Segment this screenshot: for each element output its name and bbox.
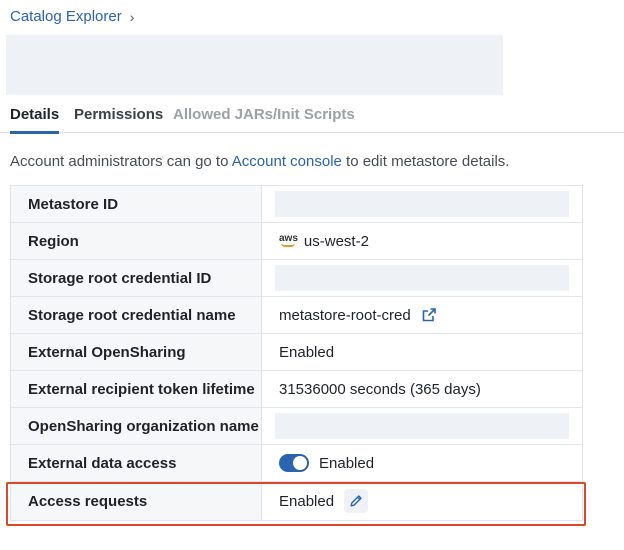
external-data-access-value: Enabled [262,445,582,481]
opensharing-org-name-value [262,408,582,444]
info-suffix: to edit metastore details. [341,153,510,170]
opensharing-org-name-label: OpenSharing organization name [11,408,262,444]
metastore-id-value [262,186,582,222]
table-row: Region aws us-west-2 [11,223,582,260]
region-value: aws us-west-2 [262,223,582,259]
storage-root-credential-id-placeholder [275,265,569,291]
table-row: External recipient token lifetime 315360… [11,371,582,408]
table-row: Storage root credential name metastore-r… [11,297,582,334]
storage-root-credential-name-value: metastore-root-cred [262,297,582,333]
aws-logo-icon: aws [279,233,298,247]
edit-access-requests-button[interactable] [344,489,369,513]
storage-root-credential-name-label: Storage root credential name [11,297,262,333]
table-row: External data access Enabled [11,445,582,482]
pencil-icon [350,495,362,507]
table-row: OpenSharing organization name [11,408,582,445]
table-row: Access requests Enabled [11,482,582,520]
table-row: External OpenSharing Enabled [11,334,582,371]
external-data-access-label: External data access [11,445,262,481]
access-requests-text: Enabled [279,492,335,510]
tab-allowed-jars-init-scripts: Allowed JARs/Init Scripts [173,106,355,123]
external-opensharing-value: Enabled [279,343,335,361]
access-requests-label: Access requests [11,482,262,520]
aws-smile-icon [281,243,296,247]
table-row: Storage root credential ID [11,260,582,297]
tab-permissions[interactable]: Permissions [74,104,163,133]
chevron-right-icon: › [129,8,135,25]
external-data-access-toggle[interactable] [279,454,309,472]
token-lifetime-label: External recipient token lifetime [11,371,262,407]
tab-bar: Details Permissions Allowed JARs/Init Sc… [0,104,624,134]
token-lifetime-value: 31536000 seconds (365 days) [279,380,481,398]
access-requests-value: Enabled [262,482,582,520]
breadcrumb: Catalog Explorer › [10,8,134,25]
storage-root-credential-id-label: Storage root credential ID [11,260,262,296]
metastore-id-label: Metastore ID [11,186,262,222]
region-label: Region [11,223,262,259]
info-prefix: Account administrators can go to [10,153,232,170]
info-text: Account administrators can go to Account… [10,153,509,170]
breadcrumb-catalog-explorer[interactable]: Catalog Explorer [10,8,122,25]
metastore-details-table: Metastore ID Region aws us-west-2 Storag… [10,185,583,521]
account-console-link[interactable]: Account console [232,153,342,170]
region-text: us-west-2 [303,232,369,250]
page-title-placeholder [6,35,503,95]
table-row: Metastore ID [11,186,582,223]
external-data-access-text: Enabled [319,454,375,472]
storage-root-credential-id-value [262,260,582,296]
aws-logo-text: aws [279,233,298,244]
metastore-details-page: Catalog Explorer › Details Permissions A… [0,0,624,550]
storage-root-credential-name-text: metastore-root-cred [279,306,411,324]
metastore-id-placeholder [275,191,569,217]
external-opensharing-label: External OpenSharing [11,334,262,370]
external-link-icon[interactable] [421,307,437,323]
tab-details[interactable]: Details [10,104,60,134]
opensharing-org-name-placeholder [275,413,569,439]
